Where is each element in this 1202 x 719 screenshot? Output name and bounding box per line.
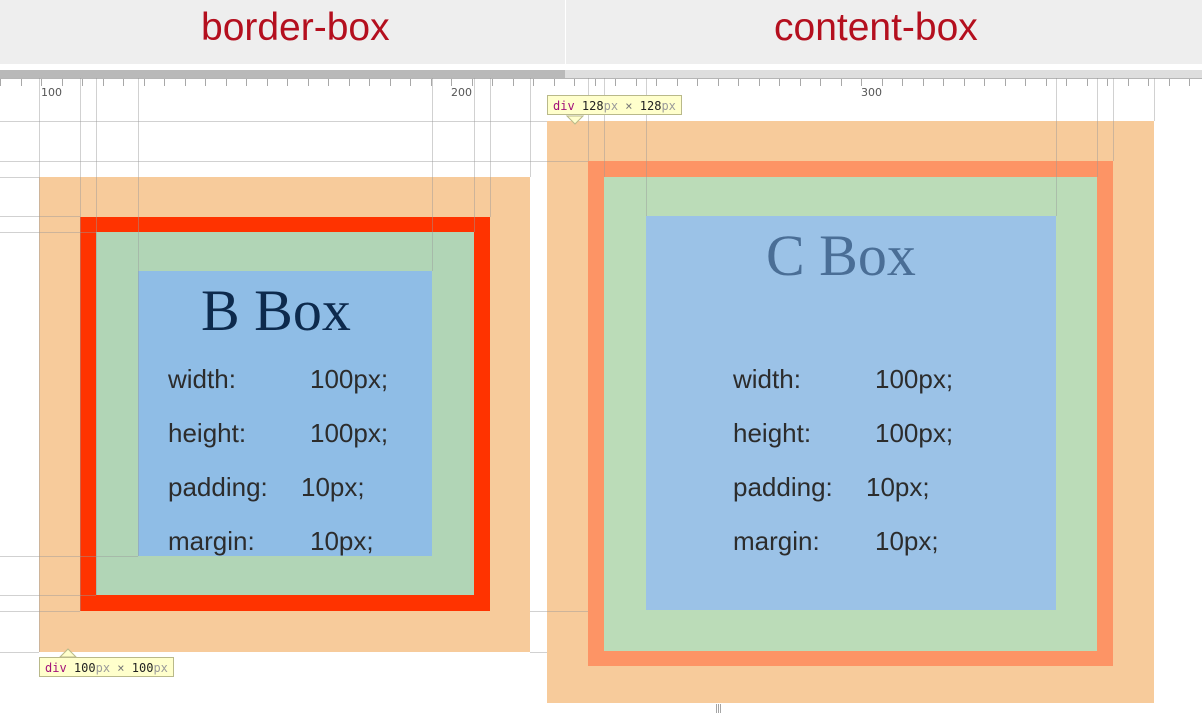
prop-value-padding: 10px; <box>301 472 365 502</box>
prop-label-width: width: <box>168 364 236 394</box>
content-box-model <box>547 121 1154 703</box>
prop-label-height: height: <box>168 418 247 448</box>
tooltip-tag: div <box>553 99 575 113</box>
tooltip-width-value: 128 <box>581 99 604 113</box>
ruler-label-100: 100 <box>41 86 62 99</box>
prop-value-margin: 10px; <box>875 526 939 556</box>
box-title-c: C Box <box>766 223 916 288</box>
prop-value-height: 100px; <box>310 418 389 448</box>
tooltip-times: × <box>625 99 633 113</box>
prop-label-margin: margin: <box>733 526 820 556</box>
prop-value-width: 100px; <box>310 364 389 394</box>
tooltip-tag: div <box>45 661 67 675</box>
tooltip-unit: px <box>153 661 168 675</box>
ruler-label-300: 300 <box>861 86 882 99</box>
prop-label-padding: padding: <box>168 472 268 502</box>
tooltip-times: × <box>117 661 125 675</box>
tooltip-height-value: 100 <box>131 661 154 675</box>
prop-label-height: height: <box>733 418 812 448</box>
ruler-label-200: 200 <box>451 86 472 99</box>
tooltip-unit: px <box>95 661 111 675</box>
tooltip-unit: px <box>661 99 676 113</box>
prop-label-width: width: <box>733 364 801 394</box>
prop-value-margin: 10px; <box>310 526 374 556</box>
tooltip-right-dimensions: div 128px × 128px <box>547 95 682 115</box>
prop-value-height: 100px; <box>875 418 954 448</box>
tooltip-left-dimensions: div 100px × 100px <box>39 657 174 677</box>
tooltip-height-value: 128 <box>639 99 662 113</box>
prop-value-width: 100px; <box>875 364 954 394</box>
box-title-b: B Box <box>201 278 351 343</box>
scroll-grip-icon[interactable]: ||| <box>715 704 722 714</box>
border-box-model <box>39 177 530 652</box>
prop-label-margin: margin: <box>168 526 255 556</box>
prop-label-padding: padding: <box>733 472 833 502</box>
tooltip-unit: px <box>603 99 619 113</box>
ruler-ticks <box>0 79 1190 86</box>
tooltip-width-value: 100 <box>73 661 96 675</box>
prop-value-padding: 10px; <box>866 472 930 502</box>
